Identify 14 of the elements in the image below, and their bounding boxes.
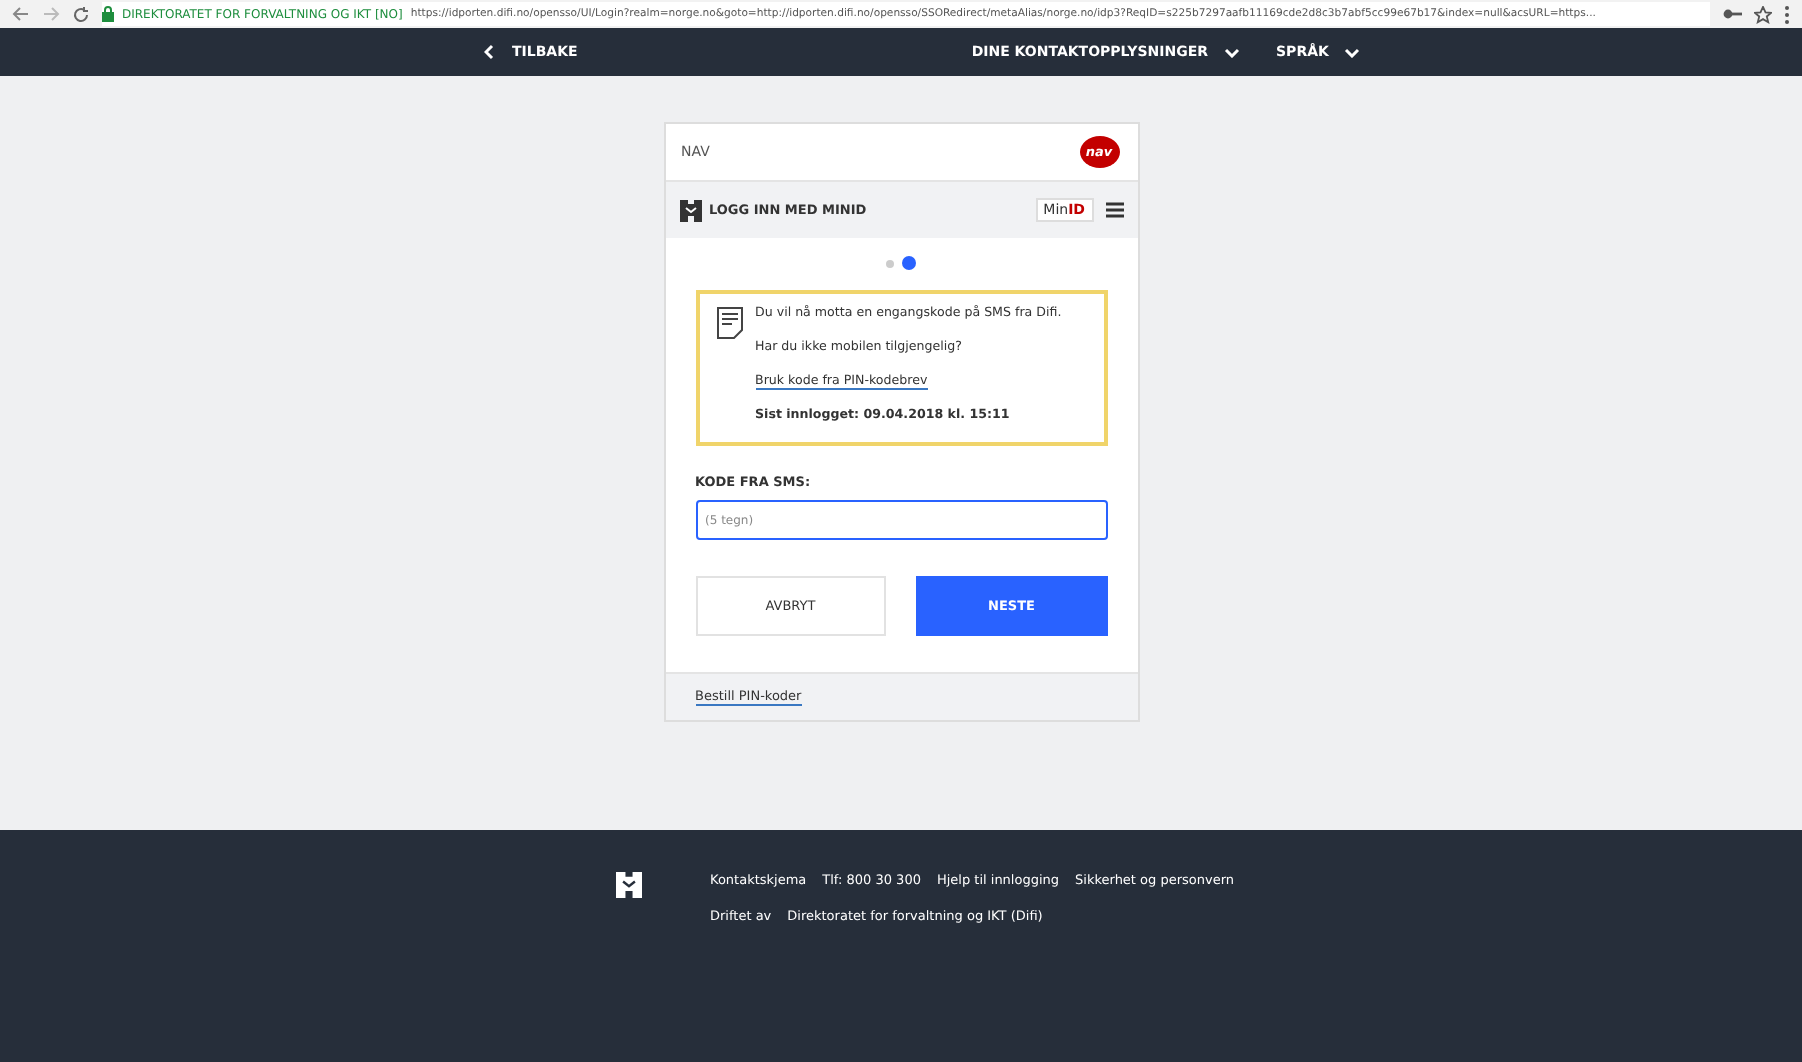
menu-icon[interactable] bbox=[1105, 202, 1123, 218]
minid-logo-icon bbox=[679, 199, 701, 221]
key-icon[interactable] bbox=[1722, 6, 1742, 22]
chevron-down-icon bbox=[1224, 47, 1241, 57]
address-bar[interactable] bbox=[102, 2, 1710, 26]
lock-icon bbox=[102, 6, 114, 22]
menu-icon[interactable] bbox=[1784, 5, 1790, 23]
reload-icon[interactable] bbox=[72, 5, 90, 23]
star-icon[interactable] bbox=[1754, 5, 1772, 23]
back-arrow-icon[interactable] bbox=[12, 6, 30, 22]
minid-logo-icon bbox=[616, 872, 642, 898]
chevron-left-icon bbox=[484, 44, 494, 60]
chevron-down-icon bbox=[1344, 47, 1361, 57]
document-icon bbox=[715, 306, 743, 340]
